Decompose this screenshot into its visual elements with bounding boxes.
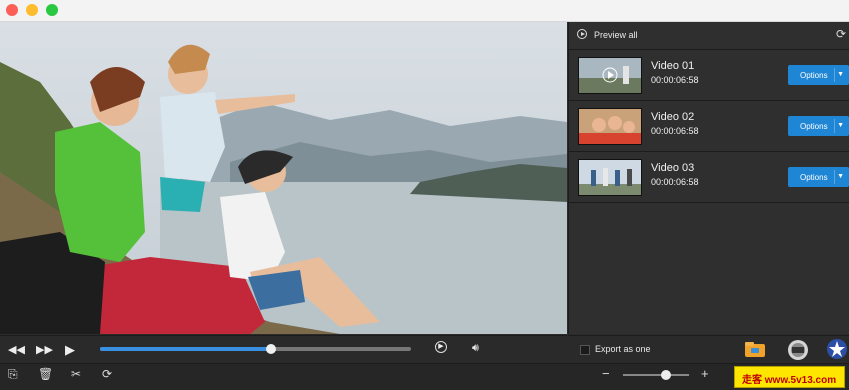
star-icon[interactable] (826, 338, 848, 360)
export-as-one-checkbox[interactable] (580, 345, 590, 355)
options-label: Options (800, 173, 828, 182)
watermark-text: 走客 www.5v13.com (742, 375, 837, 386)
seek-bar[interactable] (100, 344, 411, 354)
video-thumbnail[interactable] (578, 159, 642, 196)
options-separator (834, 68, 835, 82)
video-item[interactable]: Video 01 00:00:06:58 Options ▼ (569, 50, 849, 101)
options-button[interactable]: Options ▼ (788, 65, 849, 85)
video-name: Video 01 (651, 60, 695, 72)
chevron-down-icon[interactable]: ▼ (837, 173, 844, 180)
volume-icon[interactable]: 🔊︎ (472, 342, 479, 355)
minimize-window-button[interactable] (26, 4, 38, 16)
title-bar (0, 0, 849, 22)
video-duration: 00:00:06:58 (651, 75, 699, 85)
video-duration: 00:00:06:58 (651, 126, 699, 136)
zoom-in-icon[interactable]: + (701, 366, 709, 381)
video-thumbnail[interactable] (578, 57, 642, 94)
options-separator (834, 119, 835, 133)
film-disc-icon[interactable] (787, 339, 809, 361)
play-icon[interactable]: ▶ (65, 342, 75, 358)
player-controls: ◀◀ ▶▶ ▶ ▶ 🔊︎ (0, 335, 567, 363)
zoom-window-button[interactable] (46, 4, 58, 16)
preview-all-play-icon[interactable] (577, 29, 587, 39)
rewind-icon[interactable]: ◀◀ (8, 343, 25, 356)
video-name: Video 02 (651, 111, 695, 123)
rotate-icon[interactable]: ⟳ (102, 367, 112, 381)
export-bar: Export as one (568, 335, 849, 363)
options-separator (834, 170, 835, 184)
video-name: Video 03 (651, 162, 695, 174)
chevron-down-icon[interactable]: ▼ (837, 71, 844, 78)
close-window-button[interactable] (6, 4, 18, 16)
export-as-one-label[interactable]: Export as one (595, 344, 651, 354)
watermark: 走客 www.5v13.com (734, 366, 845, 388)
zoom-slider-knob[interactable] (660, 370, 671, 380)
bottom-toolbar: ⎘ 🗑︎ ✂ ⟳ − + (0, 363, 849, 390)
zoom-out-icon[interactable]: − (602, 366, 610, 381)
seek-bar-fill (100, 347, 272, 351)
import-icon[interactable]: ⎘ (8, 367, 18, 382)
video-item[interactable]: Video 03 00:00:06:58 Options ▼ (569, 152, 849, 203)
delete-icon[interactable]: 🗑︎ (38, 367, 53, 381)
options-label: Options (800, 122, 828, 131)
zoom-slider[interactable] (623, 370, 689, 380)
preview-all-header: Preview all ⟳ (569, 22, 849, 50)
preview-play-icon[interactable]: ▶ (435, 341, 447, 353)
video-list-panel: Preview all ⟳ Video 01 00:00:06:58 Optio… (568, 22, 849, 334)
video-preview[interactable] (0, 22, 567, 334)
video-item[interactable]: Video 02 00:00:06:58 Options ▼ (569, 101, 849, 152)
chevron-down-icon[interactable]: ▼ (837, 122, 844, 129)
crop-icon[interactable]: ✂ (71, 367, 81, 381)
video-thumbnail[interactable] (578, 108, 642, 145)
preview-all-label[interactable]: Preview all (594, 30, 638, 40)
folder-icon[interactable] (744, 340, 766, 358)
refresh-icon[interactable]: ⟳ (836, 27, 846, 41)
video-duration: 00:00:06:58 (651, 177, 699, 187)
fast-forward-icon[interactable]: ▶▶ (36, 343, 53, 356)
options-button[interactable]: Options ▼ (788, 167, 849, 187)
options-button[interactable]: Options ▼ (788, 116, 849, 136)
seek-bar-knob[interactable] (266, 344, 277, 354)
options-label: Options (800, 71, 828, 80)
